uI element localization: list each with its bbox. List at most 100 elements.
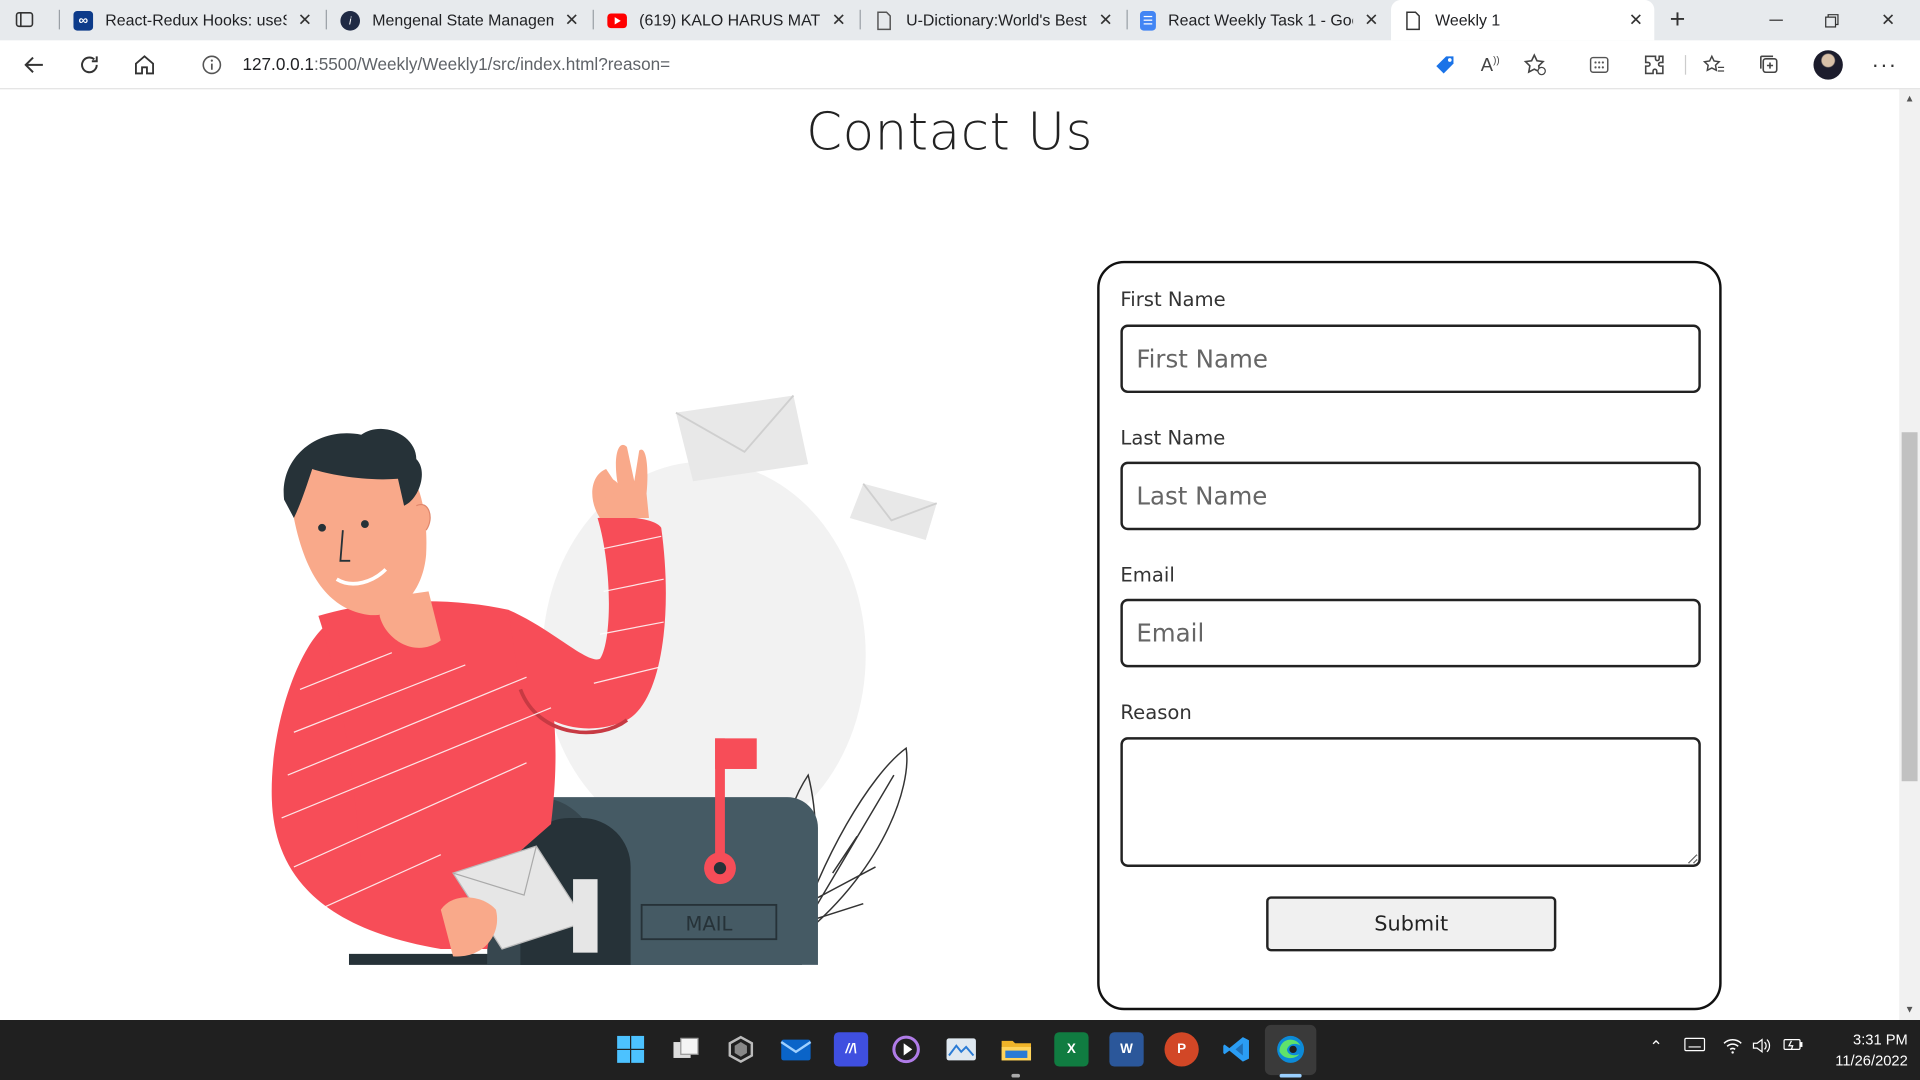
tab-separator (325, 9, 327, 30)
edge-icon[interactable] (1273, 1032, 1307, 1066)
chevron-up-icon[interactable]: ⌃ (1649, 1037, 1662, 1057)
avatar (1813, 50, 1843, 80)
tab-strip: ∞ React-Redux Hooks: useSele ✕ i Mengena… (0, 0, 1920, 41)
excel-icon[interactable]: X (1054, 1032, 1089, 1067)
minimize-button[interactable] (1747, 0, 1803, 40)
page-icon (1403, 10, 1423, 30)
back-button[interactable] (17, 48, 51, 82)
page-viewport: Contact Us MAIL First Name First Name La… (0, 89, 1900, 1021)
file-explorer-icon[interactable] (999, 1032, 1033, 1066)
scroll-down-icon[interactable]: ▼ (1904, 1004, 1915, 1015)
word-icon[interactable]: W (1109, 1032, 1144, 1067)
tab-react-weekly-doc[interactable]: React Weekly Task 1 - Goog ✕ (1128, 4, 1390, 37)
close-tab-icon[interactable]: ✕ (1360, 9, 1382, 31)
page-scrollbar[interactable]: ▲ ▼ (1899, 89, 1920, 1021)
email-label: Email (1120, 563, 1175, 587)
tab-weekly-1[interactable]: Weekly 1 ✕ (1391, 0, 1655, 41)
info-icon[interactable] (201, 54, 223, 76)
clock-date: 11/26/2022 (1835, 1051, 1908, 1069)
close-tab-icon[interactable]: ✕ (1625, 9, 1647, 31)
background-blob (542, 461, 866, 849)
tab-u-dictionary[interactable]: U-Dictionary:World's Best Tr ✕ (862, 4, 1124, 37)
profile-button[interactable] (1811, 48, 1845, 82)
first-name-input[interactable] (1120, 324, 1701, 394)
collections-button[interactable] (1752, 48, 1786, 82)
tab-title: React Weekly Task 1 - Goog (1168, 11, 1354, 30)
scroll-up-icon[interactable]: ▲ (1904, 93, 1915, 104)
unity-icon[interactable] (724, 1032, 758, 1066)
tab-title: (619) KALO HARUS MATI, T (639, 11, 821, 30)
last-name-input[interactable] (1120, 461, 1701, 531)
add-favorite-button[interactable] (1518, 48, 1552, 82)
tab-title: Mengenal State Manageme (372, 11, 554, 30)
task-view-icon[interactable] (669, 1032, 703, 1066)
tab-separator (58, 9, 61, 30)
keyboard-icon[interactable] (1684, 1037, 1706, 1055)
keypad-icon (1589, 56, 1609, 73)
mail-icon[interactable] (779, 1032, 813, 1066)
photos-icon[interactable] (944, 1032, 978, 1066)
system-clock[interactable]: 3:31 PM 11/26/2022 (1812, 1030, 1908, 1072)
tab-title: React-Redux Hooks: useSele (105, 11, 286, 30)
battery-icon[interactable] (1783, 1037, 1805, 1055)
tab-separator (592, 9, 594, 30)
tag-icon (1436, 56, 1454, 74)
email-input[interactable] (1120, 598, 1701, 668)
first-name-label: First Name (1120, 287, 1226, 312)
tab-mengenal-state[interactable]: i Mengenal State Manageme ✕ (328, 4, 590, 37)
wifi-icon[interactable] (1723, 1037, 1743, 1058)
tab-react-redux[interactable]: ∞ React-Redux Hooks: useSele ✕ (61, 4, 323, 37)
last-name-label: Last Name (1120, 426, 1226, 450)
close-tab-icon[interactable]: ✕ (561, 9, 583, 31)
close-tab-icon[interactable]: ✕ (1095, 9, 1117, 31)
tab-separator (859, 9, 861, 30)
tab-actions-button[interactable] (10, 6, 39, 33)
favorites-button[interactable] (1697, 48, 1731, 82)
mailbox-label: MAIL (685, 913, 732, 936)
start-icon[interactable] (613, 1032, 647, 1066)
page-icon (874, 10, 894, 30)
envelope-icon (675, 394, 809, 482)
close-window-button[interactable]: ✕ (1860, 0, 1916, 40)
arrow-left-icon (24, 56, 43, 73)
coupons-button[interactable] (1428, 48, 1462, 82)
close-tab-icon[interactable]: ✕ (828, 9, 850, 31)
reason-label: Reason (1120, 700, 1192, 724)
contact-illustration: MAIL (271, 394, 938, 965)
volume-icon[interactable] (1752, 1037, 1772, 1058)
extensions-button[interactable] (1637, 48, 1671, 82)
puzzle-icon (1644, 55, 1664, 75)
powerpoint-icon[interactable]: P (1164, 1032, 1199, 1067)
read-aloud-button[interactable]: A)) (1473, 48, 1507, 82)
refresh-button[interactable] (72, 48, 106, 82)
tab-actions-icon (15, 12, 34, 28)
address-bar[interactable]: 127.0.0.1:5500/Weekly/Weekly1/src/index.… (181, 45, 1565, 85)
vscode-icon[interactable] (1220, 1032, 1254, 1066)
home-icon (135, 55, 154, 75)
settings-menu-button[interactable]: ··· (1867, 48, 1901, 82)
extension-button[interactable] (1582, 48, 1616, 82)
toolbar-divider (1684, 55, 1687, 75)
submit-button[interactable]: Submit (1266, 896, 1557, 952)
reason-textarea[interactable] (1120, 737, 1701, 867)
refresh-icon (81, 56, 98, 74)
star-add-icon (1523, 53, 1546, 76)
envelope-icon (849, 483, 938, 541)
browser-toolbar: 127.0.0.1:5500/Weekly/Weekly1/src/index.… (0, 40, 1920, 90)
infinity-icon: ∞ (73, 10, 94, 31)
scrollbar-thumb[interactable] (1901, 432, 1918, 782)
home-button[interactable] (127, 48, 161, 82)
running-indicator (1011, 1073, 1021, 1078)
more-icon: ··· (1871, 52, 1898, 77)
restore-icon (1825, 13, 1839, 27)
media-player-icon[interactable] (889, 1032, 923, 1066)
tab-youtube[interactable]: (619) KALO HARUS MATI, T ✕ (595, 4, 857, 37)
close-tab-icon[interactable]: ✕ (294, 9, 316, 31)
restore-button[interactable] (1804, 0, 1860, 40)
youtube-icon (607, 12, 627, 28)
clock-time: 3:31 PM (1853, 1031, 1908, 1049)
url-text[interactable]: 127.0.0.1:5500/Weekly/Weekly1/src/index.… (242, 54, 670, 74)
tab-title: U-Dictionary:World's Best Tr (906, 11, 1088, 30)
visual-studio-icon[interactable]: //\ (833, 1032, 869, 1067)
new-tab-button[interactable]: + (1663, 4, 1692, 35)
